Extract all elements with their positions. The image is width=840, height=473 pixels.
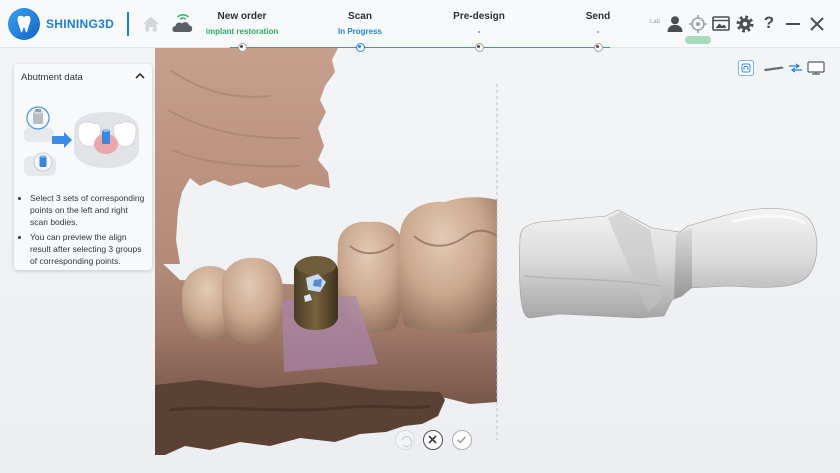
step-node-send: [593, 42, 603, 52]
step-label: New order: [217, 11, 267, 22]
shining3d-logo-icon: [8, 8, 40, 40]
step-send[interactable]: Send -: [538, 0, 658, 44]
step-node-pre-design: [474, 42, 484, 52]
confirm-button[interactable]: [452, 430, 472, 450]
gear-icon[interactable]: [735, 14, 755, 34]
panel-title: Abutment data: [21, 72, 83, 83]
abutment-data-panel: Abutment data Select 3 sets of correspon…: [14, 64, 152, 270]
scan-body-model[interactable]: [519, 208, 818, 319]
scan-body-alignment-illustration: [24, 106, 139, 176]
step-node-scan: [355, 42, 365, 52]
implant-scan-body[interactable]: [294, 256, 338, 330]
minimize-icon[interactable]: [783, 14, 803, 34]
undo-button[interactable]: [395, 430, 415, 450]
close-circle-icon: [428, 435, 437, 444]
step-status: -: [596, 27, 600, 36]
step-status: -: [477, 27, 481, 36]
chevron-up-icon[interactable]: [134, 71, 146, 81]
step-status: In Progress: [337, 27, 382, 36]
instruction-item: Select 3 sets of corresponding points on…: [30, 192, 146, 228]
crosshair-icon[interactable]: [688, 14, 708, 34]
step-label: Send: [585, 11, 611, 22]
progress-track: [230, 46, 610, 48]
step-status: implant restoration: [205, 27, 279, 36]
home-icon[interactable]: [141, 14, 161, 34]
brand-divider: [127, 12, 129, 36]
step-scan[interactable]: Scan In Progress: [300, 0, 420, 44]
instruction-list: Select 3 sets of corresponding points on…: [21, 192, 146, 270]
step-node-new-order: [237, 42, 247, 52]
user-icon[interactable]: [665, 14, 685, 34]
tooth: [221, 257, 283, 346]
intraoral-scan: [155, 48, 498, 455]
tooth: [398, 197, 497, 334]
undo-icon: [401, 436, 413, 448]
lab-label: Lab: [650, 19, 661, 25]
help-icon[interactable]: ?: [762, 13, 776, 33]
close-icon[interactable]: [807, 14, 827, 34]
step-label: Scan: [348, 11, 372, 22]
step-pre-design[interactable]: Pre-design -: [419, 0, 539, 44]
connection-status-badge: [685, 36, 711, 44]
scan-view-icon: [741, 63, 751, 73]
scan-view-button[interactable]: [738, 60, 754, 76]
cancel-button[interactable]: [423, 430, 443, 450]
screen-capture-icon[interactable]: [711, 14, 731, 34]
top-bar: SHINING3D New order implant restoration …: [0, 0, 840, 48]
scanner-pc-connection-icon[interactable]: [762, 61, 828, 75]
scan-upper-tissue: [155, 48, 338, 264]
step-label: Pre-design: [453, 11, 505, 22]
instruction-item: You can preview the align result after s…: [30, 231, 146, 267]
brand-name: SHINING3D: [46, 17, 115, 31]
step-new-order[interactable]: New order implant restoration: [182, 0, 302, 44]
check-circle-icon: [456, 436, 467, 444]
